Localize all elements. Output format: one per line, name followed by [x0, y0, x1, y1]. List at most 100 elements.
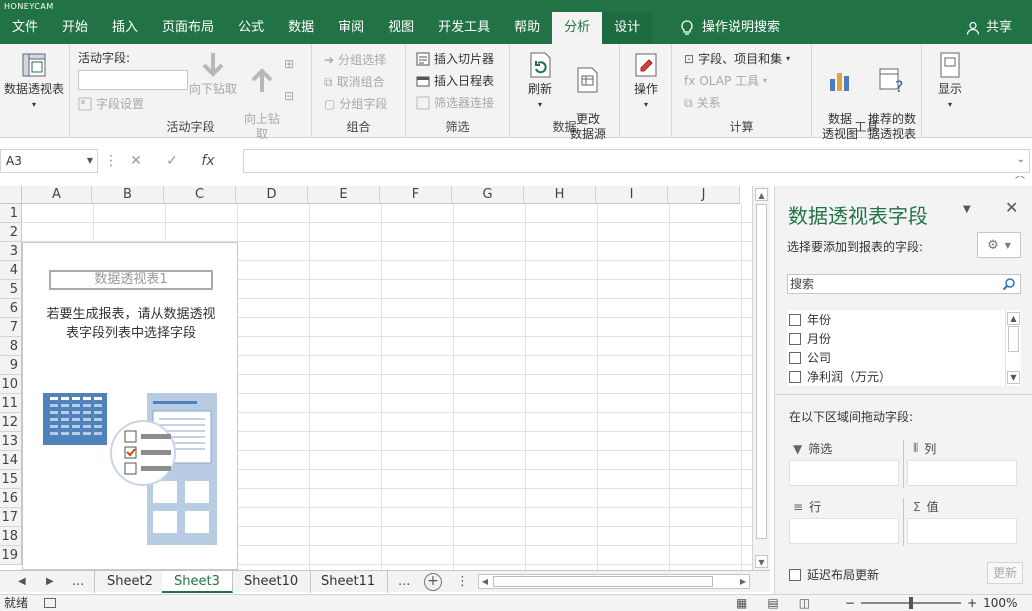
field-checkbox[interactable] — [789, 313, 801, 326]
drill-down-button[interactable]: 向下钻取 — [188, 50, 238, 97]
insert-function-icon[interactable]: fx — [190, 153, 226, 169]
group-field-button[interactable]: ▢ 分组字段 — [324, 94, 387, 114]
scroll-left-icon[interactable]: ◀ — [479, 575, 491, 588]
row-header[interactable]: 6 — [0, 299, 22, 318]
pane-options-icon[interactable]: ▼ — [963, 204, 971, 215]
cancel-icon[interactable]: ✕ — [118, 153, 154, 169]
page-break-view-icon[interactable]: ◫ — [799, 595, 810, 611]
sheet-tab-sheet11[interactable]: Sheet11 — [309, 571, 389, 593]
zoom-level[interactable]: 100% — [983, 595, 1017, 611]
scroll-thumb[interactable] — [756, 204, 767, 539]
field-checkbox[interactable] — [789, 332, 801, 345]
field-item[interactable]: 公司 — [789, 348, 831, 367]
tab-help[interactable]: 帮助 — [502, 12, 552, 44]
tab-page-layout[interactable]: 页面布局 — [150, 12, 226, 44]
field-item[interactable]: 净利润（万元） — [789, 367, 891, 386]
column-header[interactable]: G — [452, 186, 524, 204]
scroll-down-icon[interactable]: ▼ — [1007, 371, 1020, 384]
hscroll-thumb[interactable] — [493, 576, 713, 587]
field-search-input[interactable]: 搜索 — [787, 274, 1021, 294]
column-header[interactable]: B — [92, 186, 164, 204]
tell-me-search[interactable]: 操作说明搜索 — [680, 12, 780, 44]
filter-connections-button[interactable]: 筛选器连接 — [416, 93, 494, 113]
add-sheet-button[interactable]: + — [424, 573, 442, 591]
ungroup-button[interactable]: ⧉ 取消组合 — [324, 72, 385, 92]
share-button[interactable]: 共享 — [966, 12, 1012, 44]
row-header[interactable]: 19 — [0, 546, 22, 565]
row-header[interactable]: 14 — [0, 451, 22, 470]
defer-layout-update[interactable]: 延迟布局更新 — [789, 566, 879, 583]
enter-icon[interactable]: ✓ — [154, 153, 190, 169]
column-header[interactable]: D — [236, 186, 308, 204]
scroll-up-icon[interactable]: ▲ — [755, 188, 768, 201]
row-header[interactable]: 13 — [0, 432, 22, 451]
collapse-field-icon[interactable]: ⊟ — [284, 86, 294, 106]
field-checkbox[interactable] — [789, 370, 801, 383]
row-header[interactable]: 8 — [0, 337, 22, 356]
tab-review[interactable]: 审阅 — [326, 12, 376, 44]
rows-drop-zone[interactable] — [789, 518, 899, 544]
row-header[interactable]: 7 — [0, 318, 22, 337]
field-layout-button[interactable]: ⚙ ▼ — [977, 232, 1021, 258]
row-header[interactable]: 11 — [0, 394, 22, 413]
tab-formulas[interactable]: 公式 — [226, 12, 276, 44]
tab-analyze[interactable]: 分析 — [552, 12, 603, 44]
zoom-in-icon[interactable]: + — [967, 595, 977, 611]
show-button[interactable]: 显示 ▾ — [928, 50, 972, 112]
column-header[interactable]: J — [668, 186, 740, 204]
row-header[interactable]: 9 — [0, 356, 22, 375]
normal-view-icon[interactable]: ▦ — [736, 595, 747, 611]
tab-data[interactable]: 数据 — [276, 12, 326, 44]
update-button[interactable]: 更新 — [987, 562, 1023, 584]
olap-tools-button[interactable]: fx OLAP 工具 ▾ — [684, 71, 767, 91]
zoom-thumb[interactable] — [909, 597, 914, 609]
row-header[interactable]: 16 — [0, 489, 22, 508]
name-box[interactable]: A3 ▼ — [0, 149, 98, 173]
pivot-table-placeholder[interactable]: 数据透视表1 若要生成报表，请从数据透视 表字段列表中选择字段 — [22, 242, 238, 570]
actions-button[interactable]: 操作 ▾ — [624, 50, 668, 112]
column-header[interactable]: A — [22, 186, 92, 204]
scroll-right-icon[interactable]: ▶ — [737, 575, 749, 588]
expand-field-icon[interactable]: ⊞ — [284, 54, 294, 74]
zoom-slider[interactable] — [861, 597, 962, 609]
sheet-tab-sheet10[interactable]: Sheet10 — [232, 571, 312, 593]
active-field-input[interactable] — [78, 70, 188, 90]
tab-file[interactable]: 文件 — [0, 12, 50, 44]
column-header[interactable]: C — [164, 186, 236, 204]
field-settings-button[interactable]: 字段设置 — [78, 94, 144, 114]
sheet-prev-icon[interactable]: ◀ — [18, 571, 26, 593]
pivot-table-button[interactable]: 数据透视表 ▾ — [2, 50, 66, 112]
tab-view[interactable]: 视图 — [376, 12, 426, 44]
sheet-next-icon[interactable]: ▶ — [46, 571, 54, 593]
columns-drop-zone[interactable] — [907, 460, 1017, 486]
scroll-down-icon[interactable]: ▼ — [755, 555, 768, 568]
sheet-tab-sheet2[interactable]: Sheet2 — [94, 571, 166, 593]
sheet-tab-sheet3[interactable]: Sheet3 — [162, 571, 233, 593]
page-layout-view-icon[interactable]: ▤ — [767, 595, 778, 611]
row-header[interactable]: 2 — [0, 223, 22, 242]
relationships-button[interactable]: ⧉ 关系 — [684, 93, 721, 113]
insert-slicer-button[interactable]: 插入切片器 — [416, 49, 494, 69]
sheet-more-right[interactable]: ... — [398, 571, 410, 593]
refresh-button[interactable]: 刷新 ▾ — [518, 50, 562, 112]
row-header[interactable]: 5 — [0, 280, 22, 299]
vertical-scrollbar[interactable]: ▲ ▼ — [752, 186, 770, 570]
column-header[interactable]: I — [596, 186, 668, 204]
column-header[interactable]: F — [380, 186, 452, 204]
horizontal-scrollbar[interactable]: ◀ ▶ — [478, 574, 750, 589]
macro-record-icon[interactable] — [44, 598, 56, 608]
sheet-split-handle[interactable]: ⋮ — [456, 571, 469, 593]
field-list-scrollbar[interactable]: ▲ ▼ — [1005, 310, 1021, 386]
group-selection-button[interactable]: ➔ 分组选择 — [324, 50, 386, 70]
sheet-more-left[interactable]: ... — [72, 571, 84, 593]
row-header[interactable]: 10 — [0, 375, 22, 394]
column-header[interactable]: E — [308, 186, 380, 204]
row-header[interactable]: 3 — [0, 242, 22, 261]
tab-design[interactable]: 设计 — [602, 12, 653, 44]
filters-drop-zone[interactable] — [789, 460, 899, 486]
field-checkbox[interactable] — [789, 351, 801, 364]
row-header[interactable]: 12 — [0, 413, 22, 432]
tab-developer[interactable]: 开发工具 — [426, 12, 502, 44]
row-header[interactable]: 4 — [0, 261, 22, 280]
row-header[interactable]: 18 — [0, 527, 22, 546]
